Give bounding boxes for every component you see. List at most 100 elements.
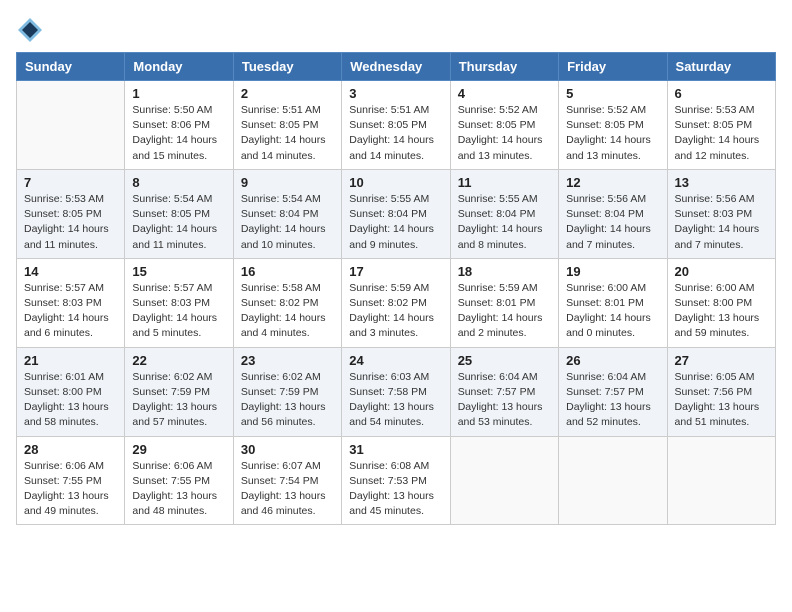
day-number: 6 <box>675 86 768 101</box>
logo <box>16 16 48 44</box>
calendar-day-cell: 16 Sunrise: 5:58 AMSunset: 8:02 PMDayligh… <box>233 258 341 347</box>
day-number: 5 <box>566 86 659 101</box>
calendar-day-cell: 6 Sunrise: 5:53 AMSunset: 8:05 PMDaylight… <box>667 81 775 170</box>
calendar-day-cell: 14 Sunrise: 5:57 AMSunset: 8:03 PMDayligh… <box>17 258 125 347</box>
calendar-day-cell: 25 Sunrise: 6:04 AMSunset: 7:57 PMDayligh… <box>450 347 558 436</box>
day-number: 23 <box>241 353 334 368</box>
page-header <box>16 16 776 44</box>
weekday-header-monday: Monday <box>125 53 233 81</box>
weekday-header-thursday: Thursday <box>450 53 558 81</box>
calendar-day-cell: 12 Sunrise: 5:56 AMSunset: 8:04 PMDayligh… <box>559 169 667 258</box>
day-number: 24 <box>349 353 442 368</box>
calendar-day-cell: 28 Sunrise: 6:06 AMSunset: 7:55 PMDayligh… <box>17 436 125 525</box>
calendar-week-row: 21 Sunrise: 6:01 AMSunset: 8:00 PMDayligh… <box>17 347 776 436</box>
calendar-day-cell <box>667 436 775 525</box>
day-number: 27 <box>675 353 768 368</box>
day-number: 21 <box>24 353 117 368</box>
day-info: Sunrise: 5:56 AMSunset: 8:03 PMDaylight:… <box>675 192 768 253</box>
day-number: 17 <box>349 264 442 279</box>
day-info: Sunrise: 5:52 AMSunset: 8:05 PMDaylight:… <box>458 103 551 164</box>
calendar-day-cell: 13 Sunrise: 5:56 AMSunset: 8:03 PMDayligh… <box>667 169 775 258</box>
calendar-day-cell: 11 Sunrise: 5:55 AMSunset: 8:04 PMDayligh… <box>450 169 558 258</box>
day-info: Sunrise: 6:00 AMSunset: 8:00 PMDaylight:… <box>675 281 768 342</box>
calendar-day-cell: 26 Sunrise: 6:04 AMSunset: 7:57 PMDayligh… <box>559 347 667 436</box>
day-info: Sunrise: 5:51 AMSunset: 8:05 PMDaylight:… <box>349 103 442 164</box>
day-info: Sunrise: 6:08 AMSunset: 7:53 PMDaylight:… <box>349 459 442 520</box>
day-number: 14 <box>24 264 117 279</box>
day-number: 12 <box>566 175 659 190</box>
weekday-header-tuesday: Tuesday <box>233 53 341 81</box>
calendar-day-cell: 24 Sunrise: 6:03 AMSunset: 7:58 PMDayligh… <box>342 347 450 436</box>
day-number: 28 <box>24 442 117 457</box>
day-info: Sunrise: 5:52 AMSunset: 8:05 PMDaylight:… <box>566 103 659 164</box>
calendar-day-cell: 5 Sunrise: 5:52 AMSunset: 8:05 PMDaylight… <box>559 81 667 170</box>
day-number: 13 <box>675 175 768 190</box>
calendar-week-row: 7Sunrise: 5:53 AMSunset: 8:05 PMDaylight… <box>17 169 776 258</box>
calendar-week-row: 28 Sunrise: 6:06 AMSunset: 7:55 PMDayligh… <box>17 436 776 525</box>
day-info: Sunrise: 6:06 AMSunset: 7:55 PMDaylight:… <box>132 459 225 520</box>
day-number: 25 <box>458 353 551 368</box>
weekday-header-friday: Friday <box>559 53 667 81</box>
calendar-day-cell: 19 Sunrise: 6:00 AMSunset: 8:01 PMDayligh… <box>559 258 667 347</box>
calendar-day-cell: 10 Sunrise: 5:55 AMSunset: 8:04 PMDayligh… <box>342 169 450 258</box>
day-number: 19 <box>566 264 659 279</box>
calendar-day-cell: 20Sunrise: 6:00 AMSunset: 8:00 PMDayligh… <box>667 258 775 347</box>
day-number: 30 <box>241 442 334 457</box>
day-info: Sunrise: 6:05 AMSunset: 7:56 PMDaylight:… <box>675 370 768 431</box>
weekday-header-row: SundayMondayTuesdayWednesdayThursdayFrid… <box>17 53 776 81</box>
day-number: 8 <box>132 175 225 190</box>
day-info: Sunrise: 5:51 AMSunset: 8:05 PMDaylight:… <box>241 103 334 164</box>
calendar-week-row: 1Sunrise: 5:50 AMSunset: 8:06 PMDaylight… <box>17 81 776 170</box>
weekday-header-saturday: Saturday <box>667 53 775 81</box>
calendar-day-cell <box>17 81 125 170</box>
day-number: 26 <box>566 353 659 368</box>
day-number: 7 <box>24 175 117 190</box>
day-number: 2 <box>241 86 334 101</box>
calendar-day-cell: 2 Sunrise: 5:51 AMSunset: 8:05 PMDaylight… <box>233 81 341 170</box>
day-info: Sunrise: 5:59 AMSunset: 8:02 PMDaylight:… <box>349 281 442 342</box>
day-number: 10 <box>349 175 442 190</box>
calendar-day-cell: 21 Sunrise: 6:01 AMSunset: 8:00 PMDayligh… <box>17 347 125 436</box>
day-info: Sunrise: 5:58 AMSunset: 8:02 PMDaylight:… <box>241 281 334 342</box>
calendar-day-cell: 29Sunrise: 6:06 AMSunset: 7:55 PMDayligh… <box>125 436 233 525</box>
day-info: Sunrise: 5:59 AMSunset: 8:01 PMDaylight:… <box>458 281 551 342</box>
calendar-day-cell: 17 Sunrise: 5:59 AMSunset: 8:02 PMDayligh… <box>342 258 450 347</box>
day-info: Sunrise: 5:54 AMSunset: 8:04 PMDaylight:… <box>241 192 334 253</box>
calendar-day-cell: 30Sunrise: 6:07 AMSunset: 7:54 PMDayligh… <box>233 436 341 525</box>
calendar-day-cell: 7Sunrise: 5:53 AMSunset: 8:05 PMDaylight… <box>17 169 125 258</box>
day-number: 11 <box>458 175 551 190</box>
day-info: Sunrise: 5:57 AMSunset: 8:03 PMDaylight:… <box>24 281 117 342</box>
day-info: Sunrise: 5:55 AMSunset: 8:04 PMDaylight:… <box>349 192 442 253</box>
weekday-header-wednesday: Wednesday <box>342 53 450 81</box>
day-info: Sunrise: 5:55 AMSunset: 8:04 PMDaylight:… <box>458 192 551 253</box>
calendar-day-cell <box>450 436 558 525</box>
calendar-day-cell: 3Sunrise: 5:51 AMSunset: 8:05 PMDaylight… <box>342 81 450 170</box>
weekday-header-sunday: Sunday <box>17 53 125 81</box>
day-info: Sunrise: 6:06 AMSunset: 7:55 PMDaylight:… <box>24 459 117 520</box>
calendar-day-cell: 27 Sunrise: 6:05 AMSunset: 7:56 PMDayligh… <box>667 347 775 436</box>
day-info: Sunrise: 6:04 AMSunset: 7:57 PMDaylight:… <box>566 370 659 431</box>
day-info: Sunrise: 6:00 AMSunset: 8:01 PMDaylight:… <box>566 281 659 342</box>
day-info: Sunrise: 5:56 AMSunset: 8:04 PMDaylight:… <box>566 192 659 253</box>
day-info: Sunrise: 6:04 AMSunset: 7:57 PMDaylight:… <box>458 370 551 431</box>
day-info: Sunrise: 5:57 AMSunset: 8:03 PMDaylight:… <box>132 281 225 342</box>
day-info: Sunrise: 6:02 AMSunset: 7:59 PMDaylight:… <box>241 370 334 431</box>
day-number: 4 <box>458 86 551 101</box>
day-number: 1 <box>132 86 225 101</box>
calendar-day-cell: 15 Sunrise: 5:57 AMSunset: 8:03 PMDayligh… <box>125 258 233 347</box>
calendar-day-cell: 18Sunrise: 5:59 AMSunset: 8:01 PMDayligh… <box>450 258 558 347</box>
day-info: Sunrise: 6:03 AMSunset: 7:58 PMDaylight:… <box>349 370 442 431</box>
calendar-week-row: 14 Sunrise: 5:57 AMSunset: 8:03 PMDayligh… <box>17 258 776 347</box>
day-info: Sunrise: 6:01 AMSunset: 8:00 PMDaylight:… <box>24 370 117 431</box>
day-number: 16 <box>241 264 334 279</box>
day-info: Sunrise: 5:53 AMSunset: 8:05 PMDaylight:… <box>675 103 768 164</box>
calendar-day-cell: 23 Sunrise: 6:02 AMSunset: 7:59 PMDayligh… <box>233 347 341 436</box>
calendar-day-cell <box>559 436 667 525</box>
calendar-day-cell: 9Sunrise: 5:54 AMSunset: 8:04 PMDaylight… <box>233 169 341 258</box>
calendar-day-cell: 22Sunrise: 6:02 AMSunset: 7:59 PMDayligh… <box>125 347 233 436</box>
day-info: Sunrise: 5:54 AMSunset: 8:05 PMDaylight:… <box>132 192 225 253</box>
day-number: 15 <box>132 264 225 279</box>
calendar-day-cell: 4 Sunrise: 5:52 AMSunset: 8:05 PMDaylight… <box>450 81 558 170</box>
logo-icon <box>16 16 44 44</box>
calendar-table: SundayMondayTuesdayWednesdayThursdayFrid… <box>16 52 776 525</box>
